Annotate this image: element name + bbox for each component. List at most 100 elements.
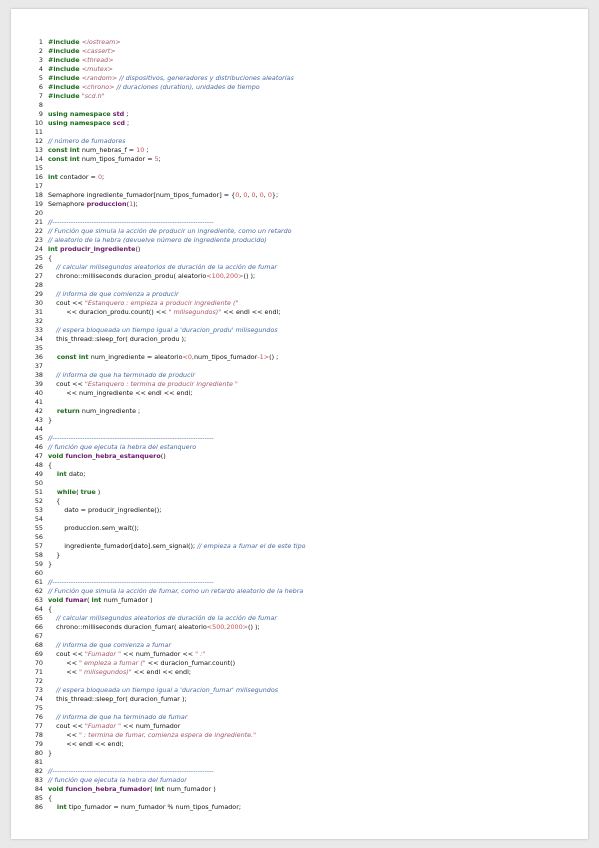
code-line: 55 produccion.sem_wait(); (32, 524, 580, 533)
code-line: 60 (32, 569, 580, 578)
code-line: 30 cout << "Estanquero : empieza a produ… (32, 299, 580, 308)
code-text: using namespace scd ; (48, 119, 129, 127)
code-token: << endl << endl; (48, 740, 124, 748)
code-text: << " milisegundos)" << endl << endl; (48, 668, 191, 676)
line-number: 65 (34, 614, 43, 622)
code-token: cout << (48, 299, 85, 307)
code-text: #include <cassert> (48, 47, 116, 55)
code-line: 59} (32, 560, 580, 569)
code-text: // aleatorio de la hebra (devuelve númer… (48, 236, 267, 244)
code-token: int (91, 596, 104, 604)
line-number: 43 (34, 416, 43, 424)
code-line: 62 // Función que simula la acción de fum… (32, 587, 580, 596)
code-line: 86 int tipo_fumador = num_fumador % num_… (32, 803, 580, 812)
code-line: 1 #include <iostream> (32, 38, 580, 47)
code-token: //--------------------------------------… (48, 434, 214, 442)
code-text: Semaphore produccion(1); (48, 200, 138, 208)
code-token: num_ingrediente = aleatorio (90, 353, 183, 361)
code-line: 19 Semaphore produccion(1); (32, 200, 580, 209)
line-number: 22 (34, 227, 43, 235)
line-number: 64 (34, 605, 43, 613)
line-number: 34 (34, 335, 43, 343)
code-text: return num_ingrediente ; (48, 407, 140, 415)
code-text: cout << "Fumador " << num_fumador (48, 722, 180, 730)
code-token: int (48, 173, 61, 181)
line-number: 30 (34, 299, 43, 307)
code-line: 52 { (32, 497, 580, 506)
line-number: 44 (34, 425, 43, 433)
code-token: ingrediente_fumador[dato].sem_signal(); (48, 542, 198, 550)
line-number: 63 (34, 596, 43, 604)
code-text: produccion.sem_wait(); (48, 524, 139, 532)
code-token: //--------------------------------------… (48, 218, 214, 226)
line-number: 46 (34, 443, 43, 451)
code-token: dato = producir_ingrediente(); (48, 506, 162, 514)
code-token: } (48, 416, 53, 424)
line-number: 28 (34, 281, 43, 289)
code-line: 31 << duracion_produ.count() << " milise… (32, 308, 580, 317)
code-text: // número de fumadores (48, 137, 125, 145)
code-text: //--------------------------------------… (48, 578, 214, 586)
code-token: const int (48, 146, 82, 154)
code-line: 39 cout << "Estanquero : termina de prod… (32, 380, 580, 389)
code-text: #include <thread> (48, 56, 114, 64)
code-text: } (48, 416, 52, 424)
line-number: 78 (34, 731, 43, 739)
code-token: num_ingrediente ; (81, 407, 141, 415)
code-text: #include <random> // dispositivos, gener… (48, 74, 294, 82)
code-token: std (112, 110, 125, 118)
code-text: { (48, 605, 52, 613)
code-token: // espera bloqueada un tiempo igual a 'd… (48, 686, 279, 694)
code-token: dato; (68, 470, 86, 478)
code-text: ingrediente_fumador[dato].sem_signal(); … (48, 542, 305, 550)
code-text: int dato; (48, 470, 86, 478)
code-token: this_thread::sleep_for( duracion_fumar )… (48, 695, 187, 703)
code-text: { (48, 254, 52, 262)
code-text: } (48, 749, 52, 757)
code-line: 6 #include <chrono> // duraciones (durati… (32, 83, 580, 92)
line-number: 35 (34, 344, 43, 352)
line-number: 21 (34, 218, 43, 226)
code-text: // informa de que ha terminado de produc… (48, 371, 195, 379)
code-text: { (48, 497, 60, 505)
code-line: 20 (32, 209, 580, 218)
code-token: () (135, 245, 141, 253)
code-line: 9 using namespace std ; (32, 110, 580, 119)
line-number: 23 (34, 236, 43, 244)
code-text: this_thread::sleep_for( duracion_produ )… (48, 335, 186, 343)
code-token: void (48, 785, 66, 793)
code-token: // Función que simula la acción de produ… (48, 227, 292, 235)
line-number: 17 (34, 182, 43, 190)
code-text: // calcular milisegundos aleatorios de d… (48, 614, 277, 622)
line-number: 32 (34, 317, 43, 325)
code-token: { (48, 605, 53, 613)
line-number: 49 (34, 470, 43, 478)
code-text: //--------------------------------------… (48, 218, 214, 226)
code-token: Semaphore (48, 200, 87, 208)
code-line: 50 (32, 479, 580, 488)
code-token: () ); (248, 623, 260, 631)
code-line: 49 int dato; (32, 470, 580, 479)
code-line: 58 } (32, 551, 580, 560)
code-token: Semaphore ingrediente_fumador[num_tipos_… (48, 191, 236, 199)
line-number: 25 (34, 254, 43, 262)
code-token: "Fumador " (84, 650, 122, 658)
code-line: 75 (32, 704, 580, 713)
line-number: 56 (34, 533, 43, 541)
line-number: 51 (34, 488, 43, 496)
line-number: 10 (34, 119, 43, 127)
code-token: int (48, 245, 61, 253)
code-token: << endl << endl; (131, 668, 192, 676)
line-number: 79 (34, 740, 43, 748)
code-text: this_thread::sleep_for( duracion_fumar )… (48, 695, 187, 703)
line-number: 84 (34, 785, 43, 793)
code-text: // calcular milisegundos aleatorios de d… (48, 263, 277, 271)
line-number: 81 (34, 758, 43, 766)
code-line: 36 const int num_ingrediente = aleatorio… (32, 353, 580, 362)
line-number: 36 (34, 353, 43, 361)
code-line: 81 (32, 758, 580, 767)
code-token: int (154, 785, 167, 793)
code-line: 53 dato = producir_ingrediente(); (32, 506, 580, 515)
code-line: 69 cout << "Fumador " << num_fumador << … (32, 650, 580, 659)
code-line: 44 (32, 425, 580, 434)
